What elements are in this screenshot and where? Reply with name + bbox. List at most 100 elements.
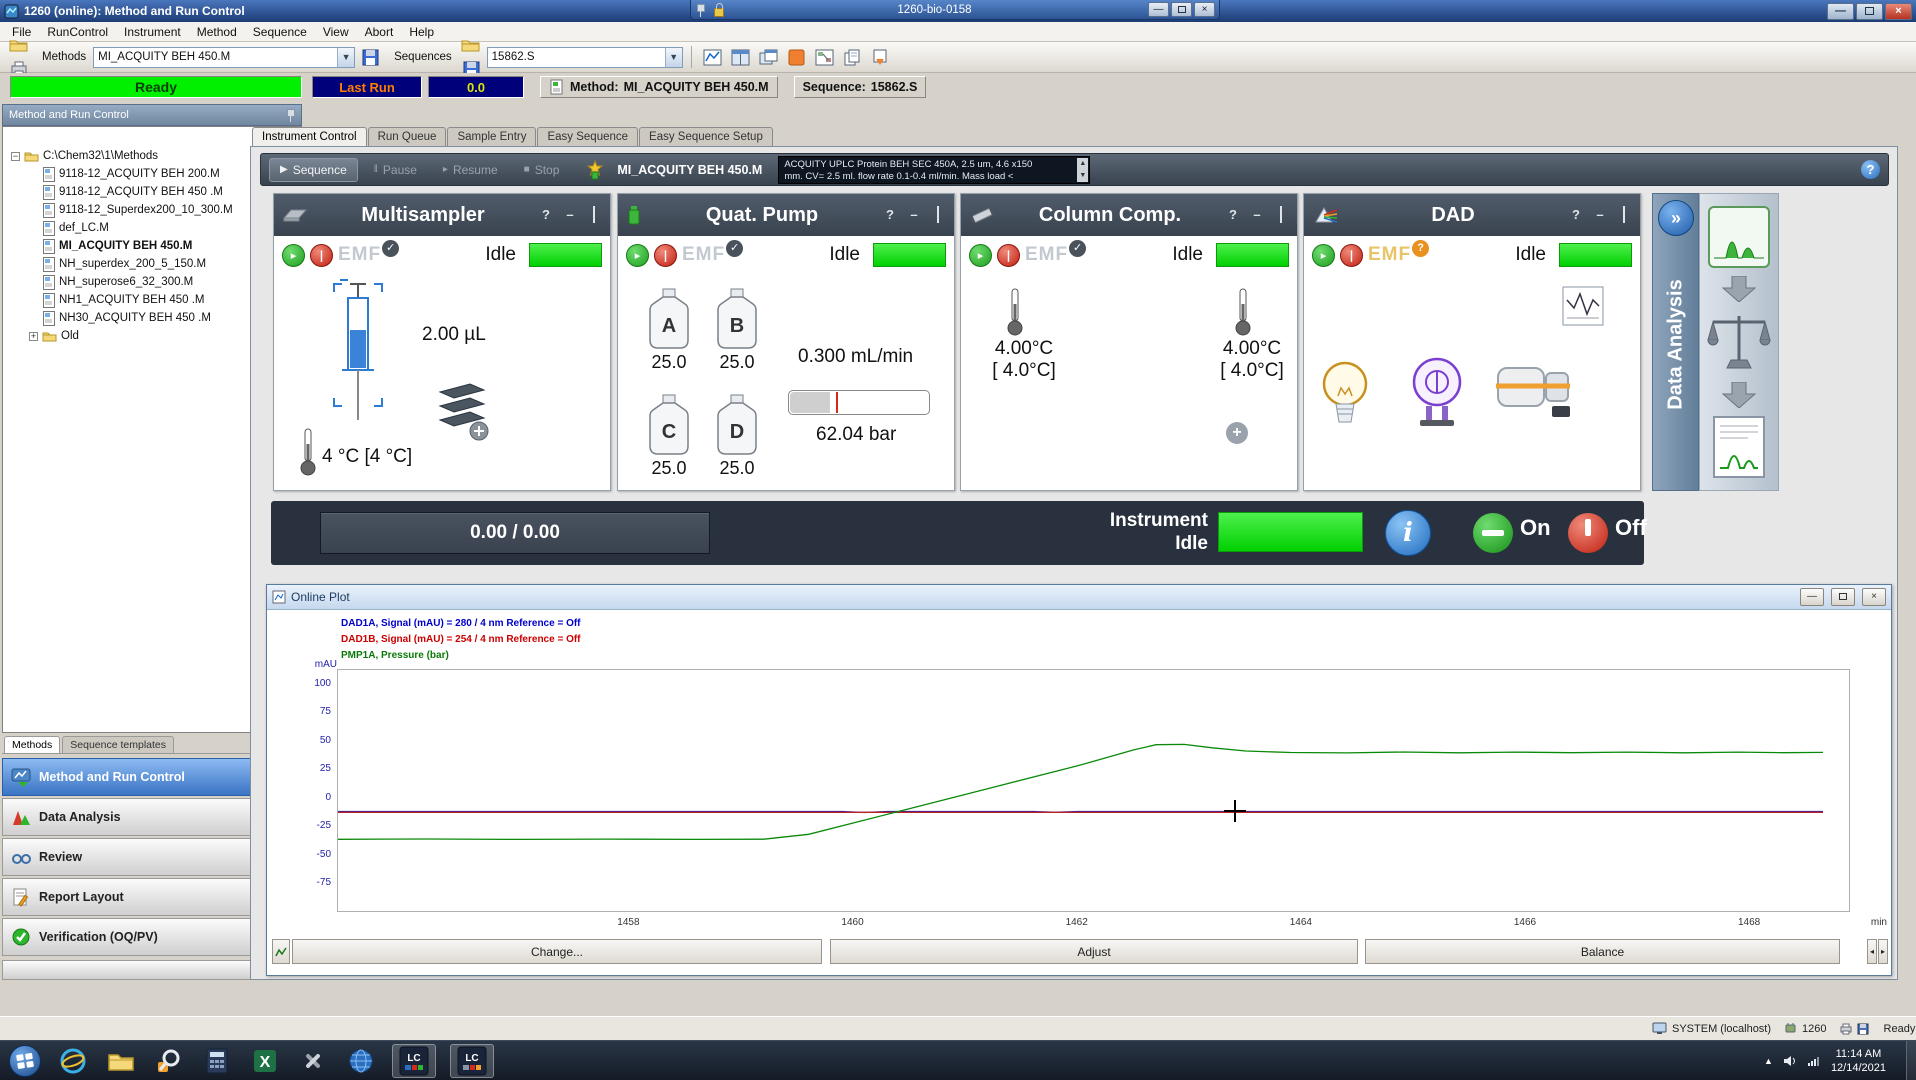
pin-icon[interactable] (285, 108, 295, 122)
multisampler-header[interactable]: Multisampler ? – (274, 194, 610, 236)
solvent-bottle-c[interactable]: C (646, 394, 692, 456)
network-icon[interactable] (1807, 1055, 1821, 1067)
syringe-icon[interactable] (332, 278, 384, 428)
save-method-icon[interactable] (362, 49, 379, 66)
panel-help-button[interactable]: ? (1225, 207, 1241, 223)
stop-icon[interactable] (310, 244, 333, 267)
quat-pump-header[interactable]: Quat. Pump ? – (618, 194, 954, 236)
sequence-combobox[interactable]: 15862.S ▼ (487, 47, 683, 68)
solvent-bottle-a[interactable]: A (646, 288, 692, 350)
explorer-folder-icon[interactable] (104, 1044, 138, 1078)
open-sequence-icon[interactable] (461, 37, 481, 53)
info-icon[interactable]: i (1385, 510, 1431, 556)
solvent-bottle-d[interactable]: D (714, 394, 760, 456)
stop-icon[interactable] (997, 244, 1020, 267)
panel-help-button[interactable]: ? (1568, 207, 1584, 223)
tools-icon[interactable] (296, 1044, 330, 1078)
emf-label[interactable]: EMF (682, 244, 725, 266)
stop-icon[interactable] (654, 244, 677, 267)
lamp-bulb-icon[interactable] (1316, 358, 1374, 428)
online-plot-icon[interactable] (703, 49, 722, 66)
chevron-down-icon[interactable]: ▼ (337, 48, 354, 67)
spectrum-chart-icon[interactable] (1562, 286, 1604, 326)
menu-sequence[interactable]: Sequence (245, 23, 315, 41)
tab-sample-entry[interactable]: Sample Entry (447, 127, 536, 146)
stop-icon[interactable] (1340, 244, 1363, 267)
minimize-button[interactable]: — (1827, 3, 1854, 20)
open-method-icon[interactable] (9, 37, 29, 53)
tab-instrument-control[interactable]: Instrument Control (252, 127, 367, 147)
start-icon[interactable] (282, 244, 305, 267)
plot-settings-button[interactable] (272, 939, 290, 964)
download-icon[interactable] (872, 49, 889, 66)
taskbar-clock[interactable]: 11:14 AM 12/14/2021 (1831, 1047, 1886, 1075)
show-desktop-button[interactable] (1906, 1041, 1916, 1080)
start-icon[interactable] (626, 244, 649, 267)
chevron-down-icon[interactable]: ▼ (665, 48, 682, 67)
online-plot-titlebar[interactable]: Online Plot — × (267, 585, 1891, 610)
emf-label[interactable]: EMF (338, 244, 381, 266)
emf-label[interactable]: EMF (1025, 244, 1068, 266)
balance-icon[interactable] (1707, 310, 1771, 374)
resume-button[interactable]: ▸Resume (433, 158, 508, 182)
uv-lamp-icon[interactable] (1408, 354, 1466, 428)
stop-button[interactable]: ■Stop (514, 158, 570, 182)
panel-maximize-button[interactable] (1616, 207, 1632, 223)
internet-explorer-icon[interactable] (56, 1044, 90, 1078)
sidebar-tab-sequence-templates[interactable]: Sequence templates (62, 736, 174, 753)
plot-minimize-button[interactable]: — (1800, 588, 1824, 606)
power-off-button[interactable] (1568, 513, 1608, 553)
panel-help-button[interactable]: ? (538, 207, 554, 223)
menu-instrument[interactable]: Instrument (116, 23, 189, 41)
change-button[interactable]: Change... (292, 939, 822, 964)
panel-minimize-button[interactable]: – (562, 207, 578, 223)
tab-run-queue[interactable]: Run Queue (368, 127, 447, 146)
plot-area[interactable] (337, 669, 1850, 912)
plot-maximize-button[interactable] (1831, 588, 1855, 606)
chromatogram-icon[interactable] (1708, 206, 1770, 268)
solvent-bottle-b[interactable]: B (714, 288, 760, 350)
panel-help-button[interactable]: ? (882, 207, 898, 223)
pause-button[interactable]: ‖Pause (364, 158, 427, 182)
power-on-button[interactable] (1473, 513, 1513, 553)
report-icon[interactable] (1708, 416, 1770, 478)
panel-maximize-button[interactable] (930, 207, 946, 223)
column-comp-header[interactable]: Column Comp. ? – (961, 194, 1297, 236)
sample-trays-icon[interactable] (430, 382, 492, 444)
remote-minimize-button[interactable]: — (1148, 2, 1169, 17)
column-info-box[interactable]: ACQUITY UPLC Protein BEH SEC 450A, 2.5 u… (778, 156, 1090, 184)
search-icon[interactable] (152, 1044, 186, 1078)
start-icon[interactable] (969, 244, 992, 267)
expand-data-analysis-button[interactable]: » (1658, 200, 1694, 236)
system-diagram-icon[interactable] (815, 49, 834, 66)
tile-windows-icon[interactable] (731, 49, 750, 66)
menu-runcontrol[interactable]: RunControl (39, 23, 116, 41)
globe-icon[interactable] (344, 1044, 378, 1078)
method-combobox[interactable]: MI_ACQUITY BEH 450.M ▼ (93, 47, 355, 68)
menu-view[interactable]: View (315, 23, 357, 41)
scroll-right-button[interactable]: ▸ (1878, 939, 1888, 964)
start-icon[interactable] (1312, 244, 1335, 267)
tab-easy-sequence[interactable]: Easy Sequence (537, 127, 638, 146)
emf-label[interactable]: EMF (1368, 244, 1411, 266)
copy-icon[interactable] (844, 49, 861, 66)
sidebar-tab-methods[interactable]: Methods (4, 736, 60, 753)
restore-button[interactable] (1856, 3, 1883, 20)
sequence-button[interactable]: ▶Sequence (269, 158, 358, 182)
lc-offline-icon[interactable]: LC (450, 1044, 494, 1078)
balance-button[interactable]: Balance (1365, 939, 1840, 964)
volume-icon[interactable] (1783, 1055, 1797, 1067)
calculator-icon[interactable] (200, 1044, 234, 1078)
panel-minimize-button[interactable]: – (1249, 207, 1265, 223)
info-spinner[interactable]: ▲▼ (1077, 158, 1088, 182)
menu-help[interactable]: Help (401, 23, 442, 41)
flow-cell-icon[interactable] (1496, 360, 1576, 422)
close-button[interactable]: × (1885, 3, 1912, 20)
panel-minimize-button[interactable]: – (1592, 207, 1608, 223)
adjust-button[interactable]: Adjust (830, 939, 1358, 964)
menu-abort[interactable]: Abort (357, 23, 402, 41)
tray-expand-icon[interactable]: ▲ (1764, 1056, 1773, 1066)
panel-minimize-button[interactable]: – (906, 207, 922, 223)
menu-method[interactable]: Method (189, 23, 245, 41)
start-button[interactable] (8, 1044, 42, 1078)
